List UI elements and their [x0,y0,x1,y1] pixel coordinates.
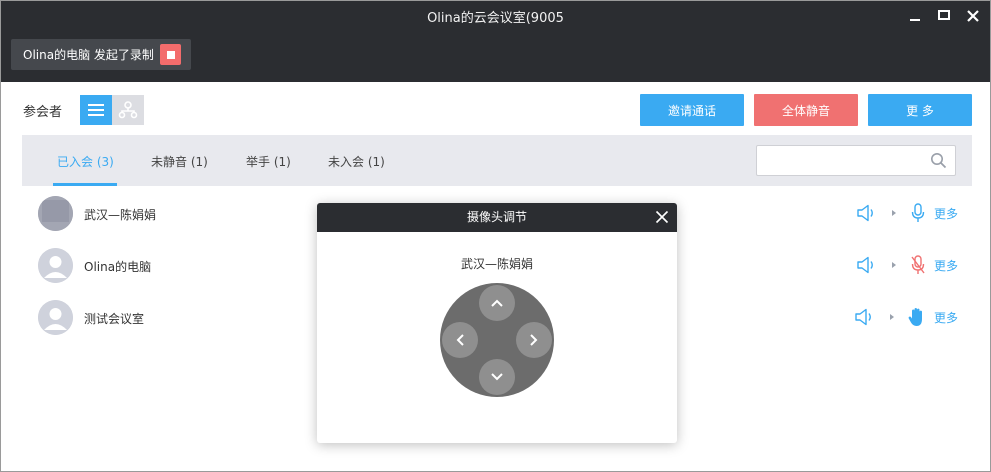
stop-recording-button[interactable] [160,44,181,65]
list-icon [88,104,104,116]
participant-name: 武汉—陈娟娟 [84,208,157,222]
stop-icon [166,50,175,59]
search-input[interactable] [757,146,917,175]
more-link[interactable]: 更多 [934,257,958,274]
chevron-right-icon [891,210,896,216]
chevron-up-icon [491,299,503,307]
active-tab-indicator [53,183,117,186]
recording-badge: Olina的电脑 发起了录制 [11,39,191,70]
camera-up-button[interactable] [479,285,515,321]
view-toggle [80,95,144,125]
chevron-right-icon [891,262,896,268]
more-link[interactable]: 更多 [934,309,958,326]
more-link[interactable]: 更多 [934,205,958,222]
tab-joined[interactable]: 已入会 (3) [57,153,114,170]
participant-name: 测试会议室 [84,312,145,326]
camera-participant-name: 武汉—陈娟娟 [460,257,533,271]
chevron-down-icon [491,373,503,381]
window-title: Olina的云会议室(9005 [427,11,564,26]
participants-title: 参会者 [23,105,63,120]
tab-unmuted[interactable]: 未静音 (1) [151,153,208,170]
camera-down-button[interactable] [479,359,515,395]
close-icon[interactable] [962,5,984,27]
app-window: Olina的云会议室(9005 Olina的电脑 发起了录制 参会者 邀请通话 … [0,0,991,472]
participant-tabs: 已入会 (3) 未静音 (1) 举手 (1) 未入会 (1) [22,135,972,186]
tab-raised-hand[interactable]: 举手 (1) [246,153,291,170]
participant-actions: 更多 [854,307,958,327]
avatar [38,196,73,231]
more-button[interactable]: 更 多 [868,94,972,126]
invite-call-button[interactable]: 邀请通话 [640,94,744,126]
maximize-icon[interactable] [933,5,955,27]
speaker-icon[interactable] [856,256,878,274]
chevron-left-icon [456,334,464,346]
participant-actions: 更多 [856,203,958,223]
search-icon[interactable] [930,152,947,169]
participant-name: Olina的电脑 [84,260,152,274]
camera-right-button[interactable] [516,322,552,358]
speaker-icon[interactable] [856,204,878,222]
avatar [38,300,73,335]
close-icon[interactable] [655,210,669,224]
camera-direction-pad [440,283,554,397]
tab-not-joined[interactable]: 未入会 (1) [328,153,385,170]
recording-label: Olina的电脑 发起了录制 [23,48,154,62]
speaker-icon[interactable] [854,308,876,326]
network-icon [118,101,138,119]
dialog-header: 摄像头调节 [317,203,677,232]
microphone-muted-icon[interactable] [910,255,926,275]
camera-adjust-dialog: 摄像头调节 武汉—陈娟娟 [317,203,677,443]
chevron-right-icon [530,334,538,346]
avatar [38,248,73,283]
participant-actions: 更多 [856,255,958,275]
camera-left-button[interactable] [442,322,478,358]
minimize-icon[interactable] [904,5,926,27]
mute-all-button[interactable]: 全体静音 [754,94,858,126]
dialog-title: 摄像头调节 [466,210,527,224]
search-box [756,145,956,176]
list-view-button[interactable] [80,95,112,125]
title-bar: Olina的云会议室(9005 Olina的电脑 发起了录制 [1,1,990,82]
raised-hand-icon[interactable] [908,307,926,327]
tree-view-button[interactable] [112,95,144,125]
microphone-icon[interactable] [910,203,926,223]
chevron-right-icon [889,314,894,320]
